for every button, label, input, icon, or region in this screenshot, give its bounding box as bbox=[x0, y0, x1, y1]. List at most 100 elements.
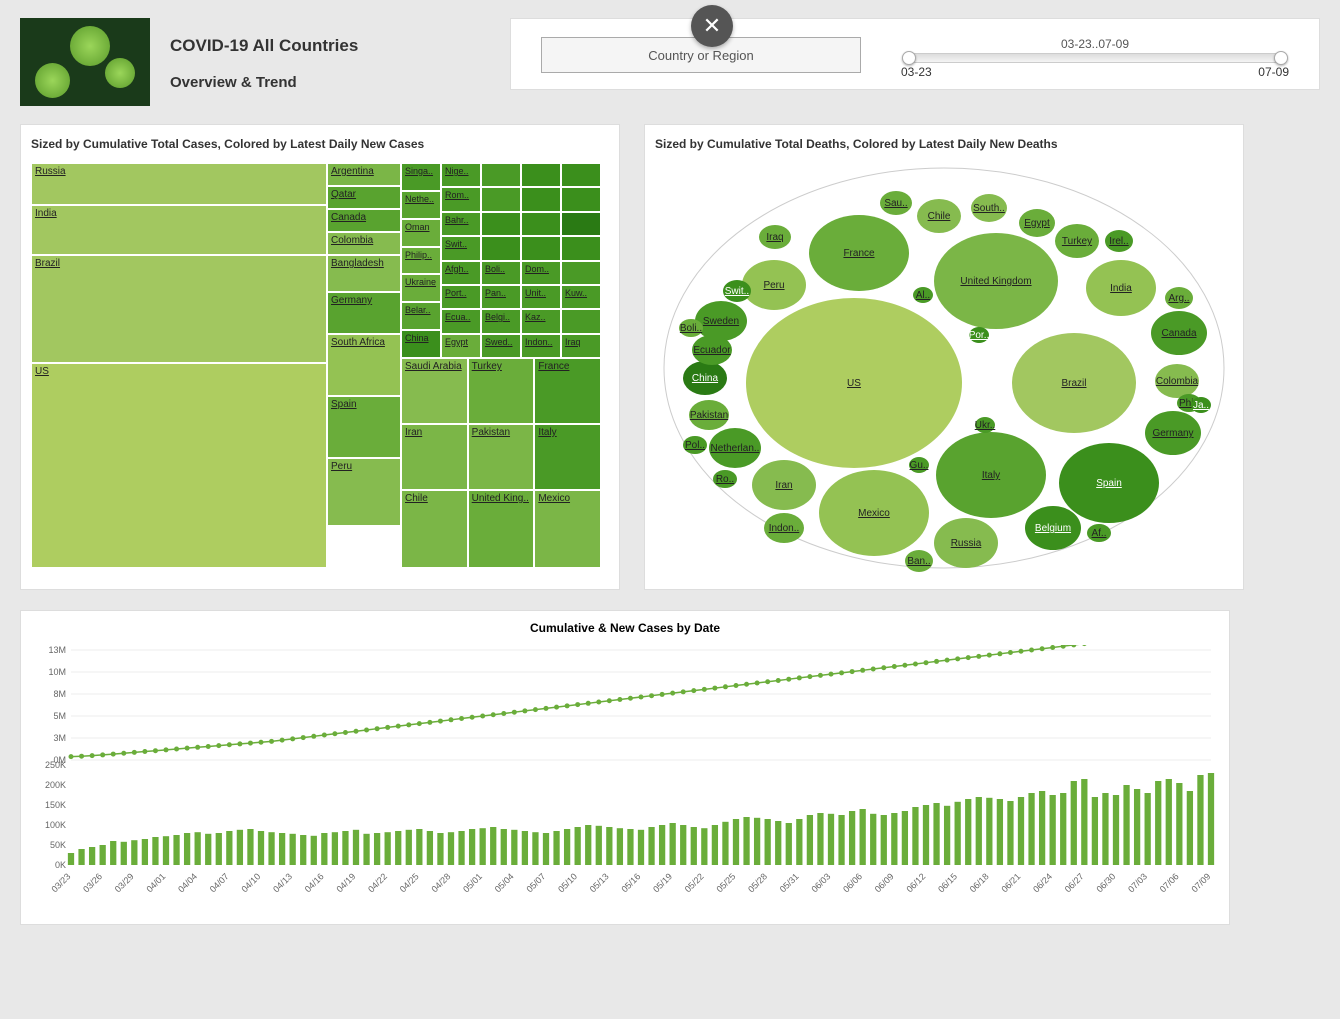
slider-track[interactable] bbox=[905, 53, 1285, 63]
treemap-cell[interactable] bbox=[481, 163, 521, 187]
svg-text:04/16: 04/16 bbox=[303, 871, 326, 894]
treemap-cell[interactable] bbox=[561, 309, 601, 333]
treemap-cell[interactable]: Boli.. bbox=[481, 261, 521, 285]
treemap-cell[interactable]: United King.. bbox=[468, 490, 535, 568]
treemap-cell[interactable]: Bangladesh bbox=[327, 255, 401, 292]
bubble-panel: Sized by Cumulative Total Deaths, Colore… bbox=[644, 124, 1244, 590]
bubble-label: Gu.. bbox=[910, 460, 929, 471]
bubble-label: Brazil bbox=[1061, 378, 1086, 389]
title-block: COVID-19 All Countries Overview & Trend bbox=[170, 18, 490, 91]
bubble-label: Sweden bbox=[703, 316, 739, 327]
treemap-cell[interactable]: Ecua.. bbox=[441, 309, 481, 333]
treemap-cell[interactable]: Belgi.. bbox=[481, 309, 521, 333]
treemap-cell[interactable]: Ukraine bbox=[401, 274, 441, 302]
treemap-cell[interactable] bbox=[561, 212, 601, 236]
treemap-cell[interactable]: Germany bbox=[327, 292, 401, 334]
treemap-cell[interactable]: India bbox=[31, 205, 327, 255]
svg-text:04/13: 04/13 bbox=[271, 871, 294, 894]
treemap-cell[interactable]: Colombia bbox=[327, 232, 401, 255]
bubble-chart[interactable]: USBrazilUnited KingdomItalySpainMexicoFr… bbox=[659, 163, 1229, 573]
bubble-label: Chile bbox=[928, 211, 951, 222]
treemap-cell[interactable]: Kuw.. bbox=[561, 285, 601, 309]
treemap-cell[interactable]: Argentina bbox=[327, 163, 401, 186]
page-subtitle: Overview & Trend bbox=[170, 74, 490, 91]
treemap-cell[interactable]: Indon.. bbox=[521, 334, 561, 358]
treemap-cell[interactable]: Swit.. bbox=[441, 236, 481, 260]
treemap-cell[interactable]: Nige.. bbox=[441, 163, 481, 187]
bubble-label: Egypt bbox=[1024, 218, 1050, 229]
bubble-label: Mexico bbox=[858, 508, 890, 519]
bubble-label: Irel.. bbox=[1109, 236, 1128, 247]
bubble-label: Spain bbox=[1096, 478, 1122, 489]
treemap-cell[interactable] bbox=[481, 236, 521, 260]
bubble-label: Indon.. bbox=[769, 523, 800, 534]
treemap-cell[interactable] bbox=[521, 212, 561, 236]
svg-text:03/29: 03/29 bbox=[113, 871, 136, 894]
treemap-cell[interactable] bbox=[561, 187, 601, 211]
treemap-cell[interactable]: Dom.. bbox=[521, 261, 561, 285]
svg-text:05/01: 05/01 bbox=[461, 871, 484, 894]
slider-handle-end[interactable] bbox=[1274, 51, 1288, 65]
svg-text:04/19: 04/19 bbox=[334, 871, 357, 894]
svg-text:05/28: 05/28 bbox=[746, 871, 769, 894]
treemap-cell[interactable]: Port.. bbox=[441, 285, 481, 309]
treemap-cell[interactable] bbox=[561, 163, 601, 187]
treemap-cell[interactable]: Iraq bbox=[561, 334, 601, 358]
treemap-cell[interactable]: Canada bbox=[327, 209, 401, 232]
treemap-cell[interactable]: Pakistan bbox=[468, 424, 535, 490]
treemap-cell[interactable]: Pan.. bbox=[481, 285, 521, 309]
treemap-cell[interactable]: Kaz.. bbox=[521, 309, 561, 333]
svg-text:06/30: 06/30 bbox=[1094, 871, 1117, 894]
treemap-cell[interactable] bbox=[481, 187, 521, 211]
bubble-label: Ban.. bbox=[907, 556, 930, 567]
treemap-cell[interactable]: Chile bbox=[401, 490, 468, 568]
trend-chart[interactable]: 0M3M5M8M10M13M0K50K100K150K200K250K03/23… bbox=[21, 645, 1221, 915]
svg-text:8M: 8M bbox=[53, 689, 66, 699]
filter-box: ✕ Country or Region 03-23..07-09 03-23 0… bbox=[510, 18, 1320, 90]
treemap-cell[interactable] bbox=[561, 236, 601, 260]
treemap-cell[interactable]: Brazil bbox=[31, 255, 327, 363]
treemap-cell[interactable] bbox=[561, 261, 601, 285]
svg-text:200K: 200K bbox=[45, 780, 66, 790]
treemap-cell[interactable] bbox=[481, 212, 521, 236]
treemap-cell[interactable]: Nethe.. bbox=[401, 191, 441, 219]
treemap-cell[interactable]: Philip.. bbox=[401, 247, 441, 275]
treemap-cell[interactable]: South Africa bbox=[327, 334, 401, 396]
bubble-label: China bbox=[692, 373, 719, 384]
treemap-cell[interactable]: Iran bbox=[401, 424, 468, 490]
treemap-cell[interactable]: Bahr.. bbox=[441, 212, 481, 236]
treemap-cell[interactable]: Unit.. bbox=[521, 285, 561, 309]
close-icon[interactable]: ✕ bbox=[691, 5, 733, 47]
svg-text:06/21: 06/21 bbox=[999, 871, 1022, 894]
treemap-cell[interactable]: France bbox=[534, 358, 601, 424]
treemap-cell[interactable]: Qatar bbox=[327, 186, 401, 209]
treemap-cell[interactable]: Belar.. bbox=[401, 302, 441, 330]
treemap-cell[interactable]: Oman bbox=[401, 219, 441, 247]
treemap-cell[interactable]: Singa.. bbox=[401, 163, 441, 191]
bubble-label: US bbox=[847, 378, 861, 389]
svg-text:06/06: 06/06 bbox=[841, 871, 864, 894]
slider-handle-start[interactable] bbox=[902, 51, 916, 65]
treemap-cell[interactable] bbox=[521, 236, 561, 260]
treemap-cell[interactable]: Saudi Arabia bbox=[401, 358, 468, 424]
treemap-cell[interactable]: Swed.. bbox=[481, 334, 521, 358]
treemap-cell[interactable]: Spain bbox=[327, 396, 401, 458]
treemap-chart[interactable]: RussiaIndiaBrazilUSArgentinaQatarCanadaC… bbox=[31, 163, 601, 568]
slider-range-label: 03-23..07-09 bbox=[901, 37, 1289, 51]
treemap-cell[interactable]: Mexico bbox=[534, 490, 601, 568]
treemap-cell[interactable]: Russia bbox=[31, 163, 327, 205]
treemap-cell[interactable]: Egypt bbox=[441, 334, 481, 358]
treemap-cell[interactable] bbox=[521, 163, 561, 187]
svg-text:07/09: 07/09 bbox=[1189, 871, 1212, 894]
treemap-cell[interactable]: Rom.. bbox=[441, 187, 481, 211]
bubble-label: Ecuador bbox=[693, 345, 731, 356]
treemap-cell[interactable]: Peru bbox=[327, 458, 401, 526]
treemap-cell[interactable]: China bbox=[401, 330, 441, 358]
treemap-cell[interactable]: Afgh.. bbox=[441, 261, 481, 285]
treemap-cell[interactable]: US bbox=[31, 363, 327, 568]
treemap-cell[interactable]: Italy bbox=[534, 424, 601, 490]
page-title: COVID-19 All Countries bbox=[170, 36, 490, 56]
treemap-cell[interactable]: Turkey bbox=[468, 358, 535, 424]
date-slider[interactable]: 03-23..07-09 03-23 07-09 bbox=[901, 37, 1289, 79]
treemap-cell[interactable] bbox=[521, 187, 561, 211]
